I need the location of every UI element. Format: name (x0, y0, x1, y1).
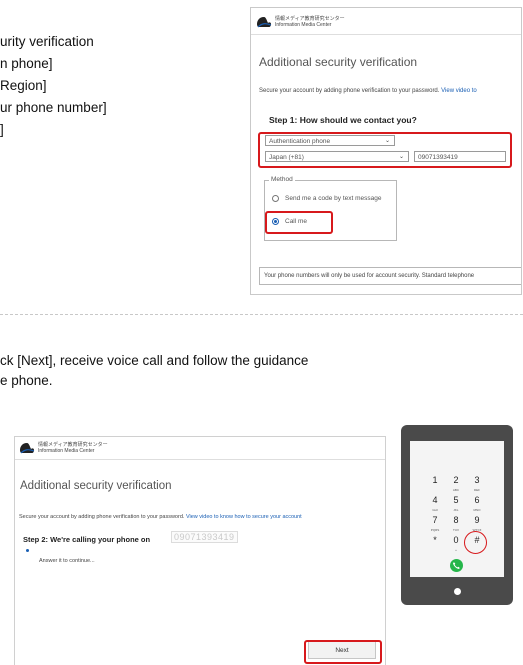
page-description: Secure your account by adding phone veri… (19, 514, 302, 520)
video-link[interactable]: View video to know how to secure your ac… (186, 514, 302, 520)
imc-logo: 情報メディア教育研究センター Information Media Center (19, 442, 108, 454)
video-link[interactable]: View video to (441, 88, 477, 94)
section-separator (0, 314, 523, 315)
imc-logo-icon (20, 443, 35, 454)
option-text-message[interactable]: Send me a code by text message (272, 195, 381, 202)
loading-dot (26, 549, 29, 552)
keypad-key: * (433, 535, 437, 545)
highlight-call-me (265, 211, 333, 234)
step2-instruction-line-1: ck [Next], receive voice call and follow… (0, 353, 309, 368)
highlight-contact-fields (258, 132, 512, 168)
home-button (454, 588, 461, 595)
phone-icon (453, 562, 460, 569)
step1-screenshot: 情報メディア教育研究センター Information Media Center … (250, 7, 522, 295)
keypad-key: 9 WXYZ (472, 515, 482, 532)
imc-logo-icon (257, 17, 272, 28)
keypad-key: 1 (432, 475, 438, 485)
page-description: Secure your account by adding phone veri… (259, 88, 477, 94)
keypad-key: 4 GHI (432, 495, 438, 512)
logo-text-en: Information Media Center (38, 448, 95, 454)
instruction-line-1: urity verification (0, 34, 94, 49)
keypad-key: 5 JKL (453, 495, 459, 512)
footer-note: Your phone numbers will only be used for… (259, 267, 521, 285)
page-title: Additional security verification (20, 480, 172, 492)
highlight-hash-key (464, 531, 487, 554)
step1-title: Step 1: How should we contact you? (269, 115, 417, 125)
keypad-key: 8 TUV (453, 515, 459, 532)
radio-unselected[interactable] (272, 195, 279, 202)
masked-phone-number: 09071393419 (171, 531, 238, 543)
instruction-line-4: ur phone number] (0, 100, 107, 115)
instruction-line-3: Region] (0, 78, 47, 93)
step2-screenshot: 情報メディア教育研究センター Information Media Center … (14, 436, 386, 665)
logo-text-en: Information Media Center (275, 22, 332, 28)
keypad-key: 2 ABC (452, 475, 460, 492)
page-title: Additional security verification (259, 55, 418, 69)
instruction-line-2: n phone] (0, 56, 53, 71)
header-divider (251, 34, 521, 35)
header-divider (15, 459, 385, 460)
step2-title: Step 2: We're calling your phone on (23, 535, 151, 544)
method-legend: Method (269, 176, 295, 183)
step2-instruction-line-2: e phone. (0, 373, 53, 388)
keypad-key: 3 DEF (474, 475, 480, 492)
status-text: Answer it to continue... (39, 558, 95, 564)
highlight-next-button (304, 640, 382, 664)
keypad-key: 7 PQRS (430, 515, 440, 532)
instruction-line-5: ] (0, 122, 4, 137)
keypad-key: 0 + (453, 535, 459, 552)
call-button (450, 559, 463, 572)
keypad-key: 6 MNO (473, 495, 481, 512)
imc-logo: 情報メディア教育研究センター Information Media Center (256, 16, 345, 28)
